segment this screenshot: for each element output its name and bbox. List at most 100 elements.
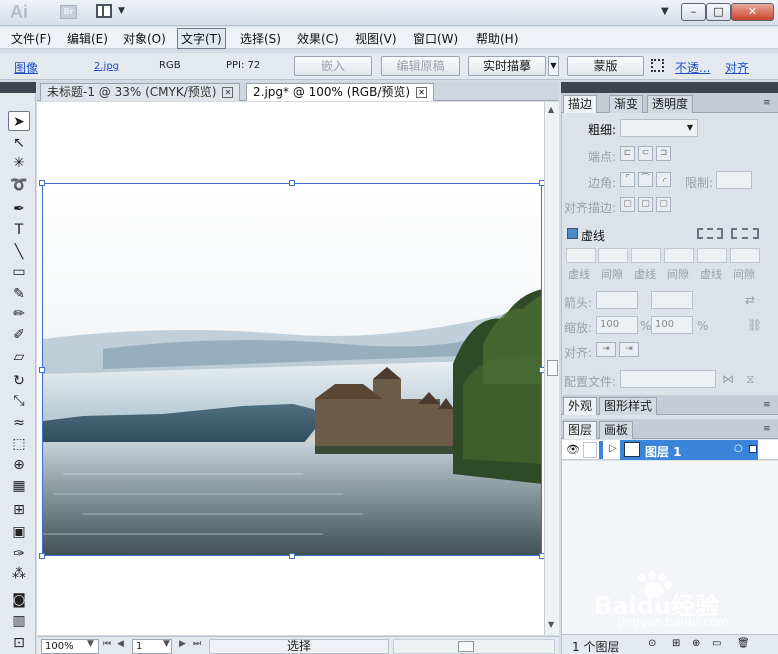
menu-window[interactable]: 窗口(W) xyxy=(410,30,461,47)
direct-selection-tool-icon[interactable]: ↖ xyxy=(8,133,30,153)
scale-tool-icon[interactable]: ⤡ xyxy=(8,391,30,411)
resize-handle[interactable] xyxy=(289,553,295,559)
menu-type[interactable]: 文字(T) xyxy=(177,28,226,49)
new-sublayer-icon[interactable]: ⊕ xyxy=(692,638,700,649)
transform-bounds-icon[interactable] xyxy=(651,59,664,72)
column-graph-tool-icon[interactable]: ▥ xyxy=(8,611,30,631)
pencil-tool-icon[interactable]: ✏ xyxy=(8,304,30,324)
locate-object-icon[interactable]: ⊙ xyxy=(648,638,656,649)
close-icon[interactable]: ✕ xyxy=(222,87,234,98)
live-trace-button[interactable]: 实时描摹 xyxy=(468,56,546,76)
new-layer-icon[interactable]: ▭ xyxy=(712,638,721,649)
object-type-link[interactable]: 图像 xyxy=(14,59,38,76)
gradient-tool-icon[interactable]: ▣ xyxy=(8,522,30,542)
menu-help[interactable]: 帮助(H) xyxy=(473,30,521,47)
tab-untitled-1[interactable]: 未标题-1 @ 33% (CMYK/预览) ✕ xyxy=(40,83,241,101)
perspective-grid-tool-icon[interactable]: ▦ xyxy=(8,476,30,496)
menu-edit[interactable]: 编辑(E) xyxy=(64,30,111,47)
mesh-tool-icon[interactable]: ⊞ xyxy=(8,500,30,520)
bevel-join-icon[interactable]: ⌌ xyxy=(656,172,671,187)
link-scale-icon[interactable]: ⛓ xyxy=(747,318,762,332)
arrange-documents-icon[interactable] xyxy=(96,4,112,18)
resize-handle[interactable] xyxy=(39,367,45,373)
dash-field[interactable] xyxy=(566,248,596,263)
expand-arrow-icon[interactable]: ▷ xyxy=(609,443,617,454)
preserve-dash-icon[interactable] xyxy=(697,228,723,239)
eraser-tool-icon[interactable]: ▱ xyxy=(8,347,30,367)
mask-button[interactable]: 蒙版 xyxy=(567,56,644,76)
scroll-thumb[interactable] xyxy=(547,360,558,376)
artboard-tool-icon[interactable]: ⊡ xyxy=(8,633,30,653)
align-inside-icon[interactable]: ▢ xyxy=(638,197,653,212)
limit-field[interactable] xyxy=(716,171,752,189)
last-page-icon[interactable]: ⏭ xyxy=(193,639,201,649)
round-cap-icon[interactable]: ⊂ xyxy=(638,146,653,161)
menu-effect[interactable]: 效果(C) xyxy=(294,30,342,47)
lock-toggle[interactable] xyxy=(583,442,597,458)
tab-stroke[interactable]: 描边 xyxy=(563,95,598,113)
menu-select[interactable]: 选择(S) xyxy=(237,30,284,47)
scroll-down-icon[interactable]: ▼ xyxy=(548,620,554,629)
selection-indicator[interactable] xyxy=(749,445,757,453)
resize-handle[interactable] xyxy=(39,553,45,559)
butt-cap-icon[interactable]: ⊏ xyxy=(620,146,635,161)
chevron-down-icon[interactable]: ▼ xyxy=(118,6,125,16)
align-outside-icon[interactable]: ▢ xyxy=(656,197,671,212)
status-mode[interactable]: 选择 xyxy=(209,639,389,654)
visibility-eye-icon[interactable]: 👁 xyxy=(566,443,580,456)
first-page-icon[interactable]: ⏮ xyxy=(103,639,111,649)
opacity-link[interactable]: 不透... xyxy=(675,59,710,76)
placed-image[interactable] xyxy=(42,183,542,556)
target-icon[interactable]: ○ xyxy=(734,443,743,454)
gap-field[interactable] xyxy=(730,248,760,263)
end-arrowhead-select[interactable] xyxy=(651,291,693,309)
panel-dock-header[interactable] xyxy=(561,82,778,93)
align-link[interactable]: 对齐 xyxy=(725,59,749,76)
tab-layers[interactable]: 图层 xyxy=(563,421,598,439)
eyedropper-tool-icon[interactable]: ✑ xyxy=(8,544,30,564)
symbol-sprayer-tool-icon[interactable]: ◙ xyxy=(8,590,30,610)
weight-field[interactable]: ▼ xyxy=(620,119,698,137)
arrow-tip-beyond-icon[interactable]: ⇥ xyxy=(596,342,616,357)
prev-page-icon[interactable]: ◀ xyxy=(117,639,124,649)
type-tool-icon[interactable]: T xyxy=(8,220,30,240)
warp-tool-icon[interactable]: ≈ xyxy=(8,413,30,433)
end-scale-field[interactable]: 100 xyxy=(651,316,693,334)
tab-graphic-styles[interactable]: 图形样式 xyxy=(599,397,658,415)
filename-link[interactable]: 2.jpg xyxy=(94,61,119,72)
tab-gradient[interactable]: 渐变 xyxy=(609,95,644,113)
close-icon[interactable]: ✕ xyxy=(416,87,428,98)
resize-handle[interactable] xyxy=(289,180,295,186)
flip-across-icon[interactable]: ⧖ xyxy=(746,372,754,387)
embed-button[interactable]: 嵌入 xyxy=(294,56,372,76)
tab-artboards[interactable]: 画板 xyxy=(599,421,634,439)
tab-transparency[interactable]: 透明度 xyxy=(647,95,694,113)
tab-appearance[interactable]: 外观 xyxy=(563,397,598,415)
bridge-icon[interactable]: Br xyxy=(60,5,77,19)
pen-tool-icon[interactable]: ✒ xyxy=(8,199,30,219)
gap-field[interactable] xyxy=(598,248,628,263)
menu-file[interactable]: 文件(F) xyxy=(8,30,54,47)
swap-arrowheads-icon[interactable]: ⇄ xyxy=(745,293,755,307)
workspace-dropdown-icon[interactable]: ▼ xyxy=(661,6,669,17)
tools-panel-header[interactable] xyxy=(0,82,36,93)
panel-menu-icon[interactable]: ≡ xyxy=(763,424,771,434)
start-scale-field[interactable]: 100 xyxy=(596,316,638,334)
magic-wand-tool-icon[interactable]: ✳ xyxy=(8,153,30,173)
trace-options-dropdown[interactable]: ▼ xyxy=(548,56,559,76)
next-page-icon[interactable]: ▶ xyxy=(179,639,186,649)
panel-menu-icon[interactable]: ≡ xyxy=(763,98,771,108)
paintbrush-tool-icon[interactable]: ✎ xyxy=(8,284,30,304)
close-button[interactable]: ✕ xyxy=(731,3,774,21)
dash-field[interactable] xyxy=(697,248,727,263)
delete-layer-icon[interactable]: 🗑 xyxy=(737,638,750,649)
vertical-scrollbar[interactable]: ▲ ▼ xyxy=(544,102,559,635)
square-cap-icon[interactable]: ⊐ xyxy=(656,146,671,161)
zoom-dropdown-icon[interactable]: ▼ xyxy=(87,639,94,649)
edit-original-button[interactable]: 编辑原稿 xyxy=(381,56,460,76)
menu-object[interactable]: 对象(O) xyxy=(120,30,169,47)
layer-name[interactable]: 图层 1 xyxy=(645,443,682,460)
maximize-button[interactable]: □ xyxy=(706,3,731,21)
free-transform-tool-icon[interactable]: ⬚ xyxy=(8,434,30,454)
make-clipping-mask-icon[interactable]: ⊞ xyxy=(672,638,680,649)
